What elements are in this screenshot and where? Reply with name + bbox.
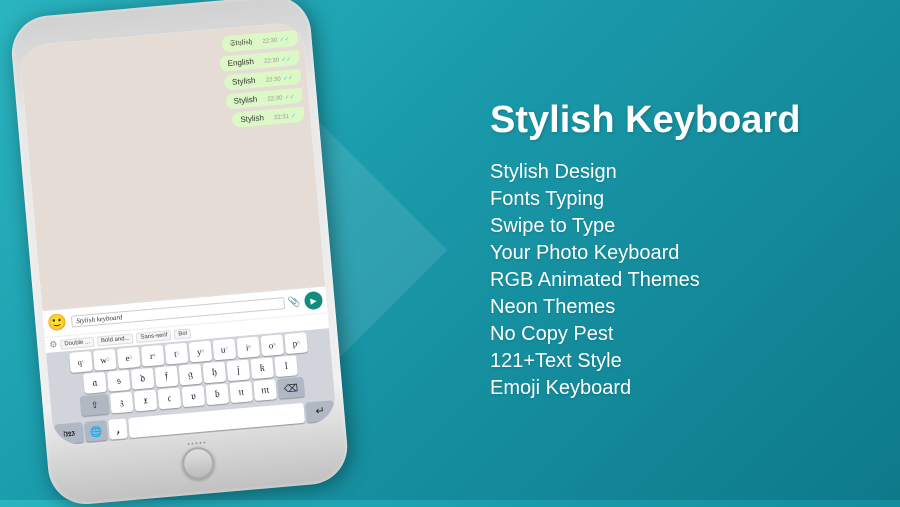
settings-icon[interactable]: ⚙ [49, 339, 58, 351]
bubble-text: English [227, 57, 254, 68]
key-w[interactable]: w2 [93, 349, 117, 371]
home-button[interactable] [181, 446, 216, 481]
feature-item-emoji-keyboard: Emoji Keyboard [490, 377, 870, 400]
feature-item-fonts-typing: Fonts Typing [490, 188, 870, 211]
feature-item-photo-keyboard: Your Photo Keyboard [490, 242, 870, 265]
key-f[interactable]: 𝔣 [155, 366, 179, 388]
bubble-ticks: ✓✓ [283, 75, 294, 82]
chat-bubble-5: Stylish 22:31 ✓ [232, 107, 305, 128]
app-title: Stylish Keyboard [490, 100, 870, 142]
key-m[interactable]: 𝔪 [253, 379, 277, 401]
key-y[interactable]: y6 [189, 341, 213, 363]
bubble-ticks: ✓✓ [279, 37, 290, 44]
phone-screen: 𝔖𝔱𝔶𝔩𝔦𝔰𝔥 22:30 ✓✓ English 22:30 ✓✓ Stylis… [19, 21, 337, 446]
bubble-time: 22:31 [274, 114, 289, 121]
phone-mockup: 𝔖𝔱𝔶𝔩𝔦𝔰𝔥 22:30 ✓✓ English 22:30 ✓✓ Stylis… [9, 0, 351, 507]
chat-bubble-2: English 22:30 ✓✓ [219, 50, 300, 72]
key-o[interactable]: o9 [260, 334, 284, 356]
key-g[interactable]: 𝔤 [179, 364, 203, 386]
font-option-4[interactable]: Bol [174, 328, 191, 339]
key-d[interactable]: 𝔡 [131, 368, 155, 390]
key-z[interactable]: 𝔷 [110, 392, 134, 414]
key-u[interactable]: u7 [213, 339, 237, 361]
bubble-ticks: ✓✓ [281, 57, 292, 64]
key-k[interactable]: 𝔨 [250, 357, 274, 379]
key-s[interactable]: 𝔰 [107, 370, 131, 392]
numbers-key[interactable]: ?123 [54, 422, 84, 444]
feature-item-text-style: 121+Text Style [490, 350, 870, 373]
screen-content: 𝔖𝔱𝔶𝔩𝔦𝔰𝔥 22:30 ✓✓ English 22:30 ✓✓ Stylis… [19, 21, 337, 446]
key-p[interactable]: p0 [284, 332, 308, 354]
speaker-grill [187, 442, 205, 446]
features-section: Stylish Keyboard Stylish Design Fonts Typ… [460, 80, 900, 421]
phone-section: 𝔖𝔱𝔶𝔩𝔦𝔰𝔥 22:30 ✓✓ English 22:30 ✓✓ Stylis… [0, 0, 460, 500]
key-r[interactable]: r4 [141, 345, 165, 367]
key-h[interactable]: 𝔥 [203, 362, 227, 384]
key-a[interactable]: 𝔞 [83, 372, 107, 394]
bubble-ticks: ✓✓ [284, 94, 295, 101]
key-q[interactable]: q1 [69, 351, 93, 373]
feature-item-no-copy-pest: No Copy Pest [490, 323, 870, 346]
shift-key[interactable]: ⇧ [80, 394, 110, 416]
feature-item-neon-themes: Neon Themes [490, 296, 870, 319]
bubble-ticks: ✓ [291, 113, 297, 119]
key-e[interactable]: e3 [117, 347, 141, 369]
key-x[interactable]: 𝔵 [134, 390, 158, 412]
attach-icon[interactable]: 📎 [288, 296, 301, 308]
feature-item-rgb-themes: RGB Animated Themes [490, 269, 870, 292]
chat-bubble-4: Stylish 22:30 ✓✓ [225, 88, 303, 110]
bubble-text: Stylish [240, 113, 264, 124]
chat-area: 𝔖𝔱𝔶𝔩𝔦𝔰𝔥 22:30 ✓✓ English 22:30 ✓✓ Stylis… [19, 21, 325, 310]
key-i[interactable]: i8 [236, 336, 260, 358]
globe-key[interactable]: 🌐 [84, 420, 108, 442]
font-option-3[interactable]: Sans-serif [136, 330, 172, 343]
font-option-2[interactable]: Bold and... [97, 333, 134, 346]
bubble-text: Stylish [232, 76, 256, 87]
bubble-text: Stylish [233, 95, 257, 106]
chat-bubble-1: 𝔖𝔱𝔶𝔩𝔦𝔰𝔥 22:30 ✓✓ [221, 30, 298, 53]
key-j[interactable]: 𝔧 [226, 359, 250, 381]
key-v[interactable]: 𝔳 [182, 385, 206, 407]
bubble-time: 22:30 [264, 58, 279, 65]
feature-list: Stylish Design Fonts Typing Swipe to Type Y… [490, 161, 870, 400]
bubble-time: 22:30 [267, 95, 282, 102]
key-t[interactable]: t5 [165, 343, 189, 365]
chat-bubble-3: Stylish 22:30 ✓✓ [223, 69, 301, 91]
emoji-icon[interactable]: 🙂 [47, 312, 69, 334]
delete-key[interactable]: ⌫ [277, 377, 305, 399]
feature-item-swipe-to-type: Swipe to Type [490, 215, 870, 238]
send-button[interactable]: ▶ [304, 291, 324, 311]
bubble-time: 22:30 [266, 77, 281, 84]
comma-key[interactable]: , [108, 418, 128, 439]
bubble-time: 22:30 [262, 38, 277, 45]
key-l[interactable]: 𝔩 [274, 355, 298, 377]
feature-item-stylish-design: Stylish Design [490, 161, 870, 184]
bubble-text: 𝔖𝔱𝔶𝔩𝔦𝔰𝔥 [229, 37, 252, 48]
enter-key[interactable]: ↵ [305, 400, 335, 422]
key-c[interactable]: 𝔠 [158, 388, 182, 410]
key-n[interactable]: 𝔫 [229, 381, 253, 403]
font-option-1[interactable]: Double ... [60, 336, 94, 349]
key-b[interactable]: 𝔟 [205, 383, 229, 405]
